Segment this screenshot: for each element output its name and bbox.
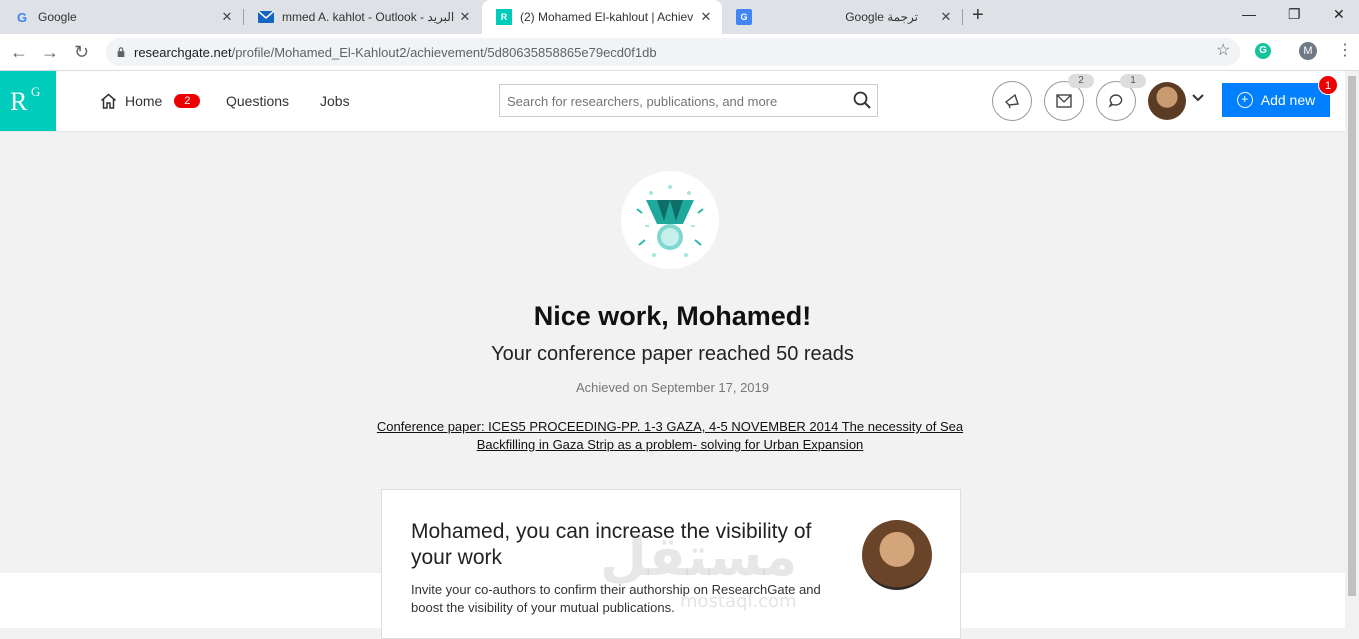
speech-bubble-icon [1108, 94, 1123, 108]
close-icon[interactable]: ✕ [457, 9, 473, 25]
paper-link-line1: Conference paper: ICES5 PROCEEDING-PP. 1… [376, 419, 964, 434]
search-icon[interactable] [853, 91, 871, 109]
card-avatar [862, 520, 932, 590]
browser-menu-icon[interactable]: ⋮ [1337, 40, 1353, 60]
grammarly-extension-icon[interactable]: G [1255, 43, 1271, 59]
messages-count-badge: 2 [1068, 74, 1094, 88]
tab-google[interactable]: G Google ✕ [0, 0, 243, 34]
bookmark-star-icon[interactable]: ☆ [1216, 40, 1230, 60]
close-icon[interactable]: ✕ [698, 9, 714, 25]
forward-button[interactable]: → [41, 42, 59, 63]
browser-tabbar: G Google ✕ mmed A. kahlot - Outlook - ال… [0, 0, 1359, 34]
url-text: researchgate.net/profile/Mohamed_El-Kahl… [134, 45, 657, 60]
watermark-url: mostaql.com [680, 591, 797, 612]
nav-home[interactable]: Home 2 [100, 93, 201, 109]
restore-button[interactable]: ❐ [1288, 6, 1301, 23]
translate-icon: G [736, 9, 752, 25]
back-button[interactable]: ← [10, 42, 28, 63]
paper-link-line2: Backfilling in Gaza Strip as a problem- … [476, 437, 864, 452]
notifications-count-badge: 1 [1120, 74, 1146, 88]
logo-r: R [10, 87, 28, 116]
add-new-label: Add new [1260, 92, 1316, 108]
researchgate-logo[interactable]: R G [0, 71, 56, 131]
tab-translate[interactable]: G Google ترجمة ✕ [722, 0, 962, 34]
watermark-logo: مستقل [600, 525, 798, 588]
google-icon: G [16, 9, 28, 25]
home-badge: 2 [174, 94, 201, 108]
nav-jobs[interactable]: Jobs [320, 93, 350, 109]
new-tab-button[interactable]: + [972, 4, 984, 27]
add-new-badge: 1 [1318, 75, 1338, 95]
lock-icon [117, 47, 125, 57]
logo-g: G [31, 84, 41, 99]
address-bar[interactable]: researchgate.net/profile/Mohamed_El-Kahl… [106, 38, 1240, 66]
achievement-date: Achieved on September 17, 2019 [576, 380, 769, 395]
announcements-button[interactable] [992, 81, 1032, 121]
medal-icon [621, 171, 719, 269]
tab-outlook[interactable]: mmed A. kahlot - Outlook - البريد ✕ [244, 0, 481, 34]
tab-researchgate[interactable]: R (2) Mohamed El-kahlout | Achiev ✕ [482, 0, 722, 34]
achievement-headline: Nice work, Mohamed! [533, 301, 812, 331]
chevron-down-icon[interactable] [1192, 91, 1204, 105]
nav-questions[interactable]: Questions [226, 93, 289, 109]
site-header: R G Home 2 Questions Jobs 2 1 + Add new … [0, 71, 1345, 132]
tab-divider [962, 9, 963, 25]
browser-profile-avatar[interactable]: M [1299, 42, 1317, 60]
browser-toolbar: ← → ↻ researchgate.net/profile/Mohamed_E… [0, 34, 1359, 71]
search-input[interactable] [500, 85, 849, 118]
search-box [499, 84, 878, 118]
reload-button[interactable]: ↻ [74, 42, 89, 63]
paper-link[interactable]: Conference paper: ICES5 PROCEEDING-PP. 1… [360, 418, 980, 454]
megaphone-icon [1004, 93, 1019, 109]
url-host: researchgate.net [134, 44, 232, 60]
scrollbar-thumb[interactable] [1348, 76, 1356, 596]
page-scrollbar[interactable] [1345, 71, 1359, 628]
url-path: /profile/Mohamed_El-Kahlout2/achievement… [231, 44, 657, 60]
researchgate-icon: R [496, 9, 512, 25]
user-avatar[interactable] [1148, 82, 1186, 120]
close-icon[interactable]: ✕ [219, 9, 235, 25]
mail-icon [258, 9, 274, 25]
minimize-button[interactable]: — [1242, 6, 1256, 22]
plus-circle-icon: + [1236, 92, 1253, 108]
close-icon[interactable]: ✕ [938, 9, 954, 25]
achievement-subheadline: Your conference paper reached 50 reads [491, 343, 854, 365]
nav-home-label: Home [125, 93, 163, 109]
window-close-button[interactable]: ✕ [1333, 6, 1345, 23]
envelope-icon [1056, 94, 1072, 108]
home-icon [101, 93, 116, 109]
add-new-button[interactable]: + Add new [1222, 83, 1330, 117]
